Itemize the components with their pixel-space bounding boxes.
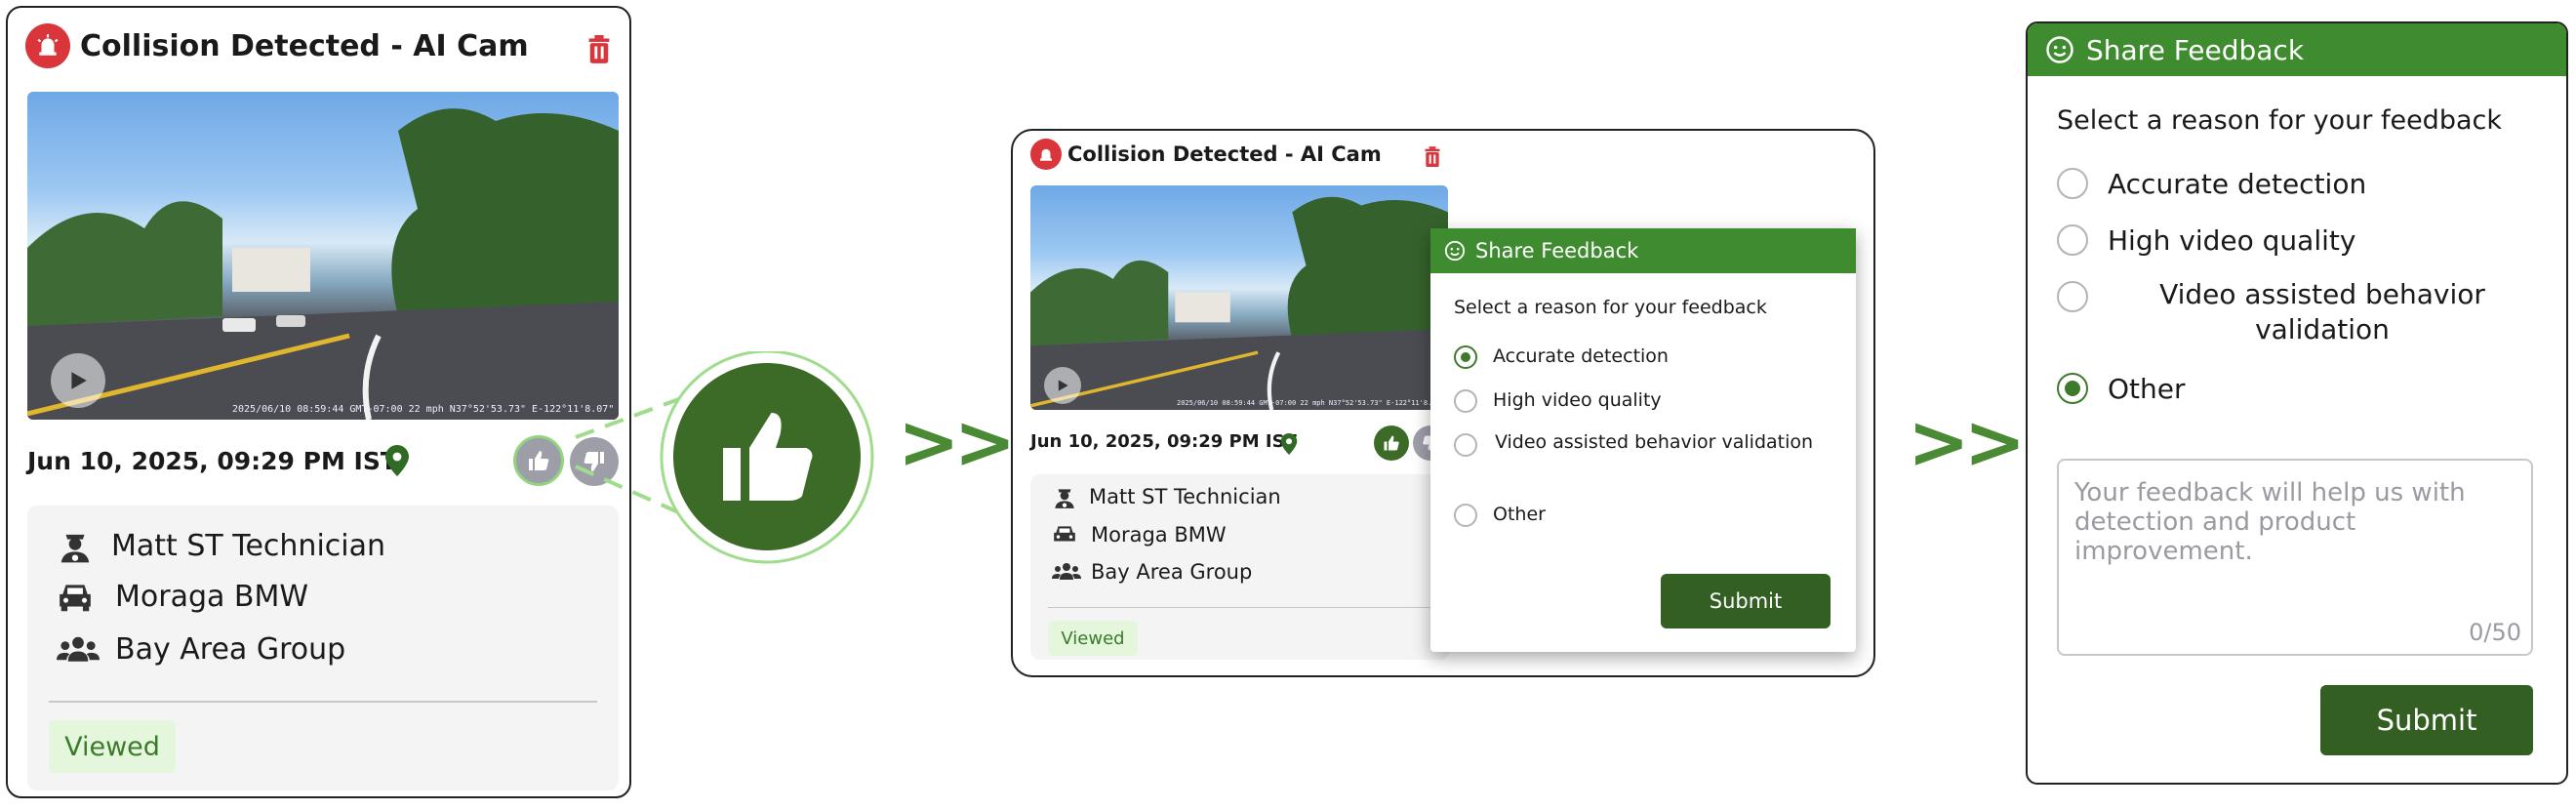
status-badge: Viewed: [49, 720, 176, 773]
option-label: Accurate detection: [1493, 345, 1669, 367]
play-icon: [71, 372, 87, 389]
event-date: Jun 10, 2025, 09:29 PM IST: [27, 447, 397, 475]
option-other[interactable]: Other: [1454, 504, 1546, 527]
radio-video-assisted[interactable]: [1454, 433, 1477, 457]
group-row: Bay Area Group: [57, 632, 345, 667]
option-label: Other: [1493, 504, 1546, 525]
group-icon: [1052, 563, 1081, 580]
feedback-title: Share Feedback: [1475, 239, 1639, 263]
option-accurate-detection[interactable]: Accurate detection: [2057, 168, 2366, 200]
radio-accurate-detection[interactable]: [2057, 168, 2088, 199]
radio-video-assisted[interactable]: [2057, 281, 2088, 312]
flow-arrow-2: >>: [1908, 398, 2026, 485]
vehicle-name: Moraga BMW: [1091, 523, 1227, 547]
group-icon: [57, 636, 100, 662]
vehicle-row: Moraga BMW: [57, 580, 308, 614]
group-name: Bay Area Group: [1091, 560, 1253, 584]
submit-button[interactable]: Submit: [1661, 574, 1831, 628]
driver-row: Matt ST Technician: [57, 527, 385, 564]
group-row: Bay Area Group: [1052, 560, 1252, 584]
option-label: Video assisted behavior validation: [1494, 431, 1814, 453]
submit-button[interactable]: Submit: [2320, 685, 2533, 755]
feedback-header: Share Feedback: [1430, 228, 1856, 273]
group-name: Bay Area Group: [115, 632, 346, 667]
smiley-icon: [1444, 240, 1466, 262]
card-title: Collision Detected - AI Cam: [80, 28, 529, 63]
option-other[interactable]: Other: [2057, 373, 2186, 405]
location-pin-icon[interactable]: [1280, 433, 1298, 459]
event-card-large: Collision Detected - AI Cam 2025/06/10 0…: [6, 6, 631, 798]
event-video[interactable]: 2025/06/10 08:59:44 GMT-07:00 22 mph N37…: [1030, 185, 1448, 410]
option-accurate-detection[interactable]: Accurate detection: [1454, 345, 1669, 369]
feedback-panel-expanded: Share Feedback Select a reason for your …: [2026, 21, 2568, 785]
feedback-title: Share Feedback: [2086, 33, 2305, 66]
event-date: Jun 10, 2025, 09:29 PM IST: [1030, 431, 1297, 452]
driver-icon: [1055, 489, 1074, 508]
radio-high-video-quality[interactable]: [1454, 389, 1477, 413]
feedback-textarea[interactable]: [2059, 461, 2531, 654]
option-label: High video quality: [2108, 224, 2356, 257]
feedback-popup: Share Feedback Select a reason for your …: [1430, 228, 1856, 652]
card-title-row: Collision Detected - AI Cam: [25, 23, 529, 68]
driver-row: Matt ST Technician: [1052, 484, 1281, 509]
event-card-with-popup: Collision Detected - AI Cam 2025/06/10 0…: [1011, 129, 1875, 677]
trash-icon[interactable]: [585, 35, 613, 68]
radio-high-video-quality[interactable]: [2057, 224, 2088, 256]
location-pin-icon[interactable]: [384, 445, 410, 480]
details-divider: [1048, 607, 1438, 608]
option-video-assisted[interactable]: Video assisted behavior validation: [1454, 431, 1815, 457]
char-count: 0/50: [2469, 619, 2521, 646]
driver-icon: [60, 534, 90, 563]
trash-icon[interactable]: [1423, 146, 1442, 172]
feedback-prompt: Select a reason for your feedback: [2057, 105, 2502, 136]
smiley-icon: [2046, 36, 2073, 63]
vehicle-name: Moraga BMW: [115, 580, 309, 614]
play-button[interactable]: [1044, 367, 1081, 404]
option-label: Accurate detection: [2108, 168, 2367, 200]
feedback-prompt: Select a reason for your feedback: [1454, 297, 1767, 318]
driver-name: Matt ST Technician: [111, 528, 386, 563]
flow-arrow-1: >>: [898, 398, 1016, 485]
feedback-textarea-wrap: 0/50: [2057, 459, 2533, 656]
alarm-icon: [25, 23, 70, 68]
car-icon: [60, 584, 91, 611]
status-badge: Viewed: [1048, 621, 1138, 656]
option-high-video-quality[interactable]: High video quality: [2057, 224, 2355, 257]
radio-other[interactable]: [2057, 373, 2088, 404]
driver-name: Matt ST Technician: [1089, 485, 1281, 508]
video-stamp: 2025/06/10 08:59:44 GMT-07:00 22 mph N37…: [1177, 399, 1444, 407]
card-title: Collision Detected - AI Cam: [1067, 142, 1382, 166]
details-divider: [49, 701, 597, 703]
car-icon: [1054, 526, 1075, 542]
radio-accurate-detection[interactable]: [1454, 345, 1477, 369]
option-label: Video assisted behavior validation: [2159, 278, 2485, 345]
option-high-video-quality[interactable]: High video quality: [1454, 389, 1662, 413]
play-icon: [1058, 380, 1068, 391]
thumbs-up-button[interactable]: [1374, 425, 1409, 461]
option-label: Other: [2108, 373, 2186, 405]
feedback-header: Share Feedback: [2028, 23, 2566, 76]
zoom-callout: [575, 351, 874, 564]
event-video[interactable]: 2025/06/10 08:59:44 GMT-07:00 22 mph N37…: [27, 92, 619, 420]
thumbs-up-icon: [1384, 435, 1399, 451]
radio-other[interactable]: [1454, 504, 1477, 527]
alarm-icon: [1030, 139, 1062, 170]
event-details: Matt ST Technician Moraga BMW Bay Area G…: [1030, 474, 1450, 660]
event-details: Matt ST Technician Moraga BMW Bay Area G…: [27, 506, 619, 790]
option-label: High video quality: [1493, 389, 1662, 411]
play-button[interactable]: [51, 353, 105, 408]
vehicle-row: Moraga BMW: [1052, 523, 1227, 547]
option-video-assisted[interactable]: Video assisted behavior validation: [2057, 278, 2537, 347]
card-title-row: Collision Detected - AI Cam: [1030, 139, 1382, 170]
